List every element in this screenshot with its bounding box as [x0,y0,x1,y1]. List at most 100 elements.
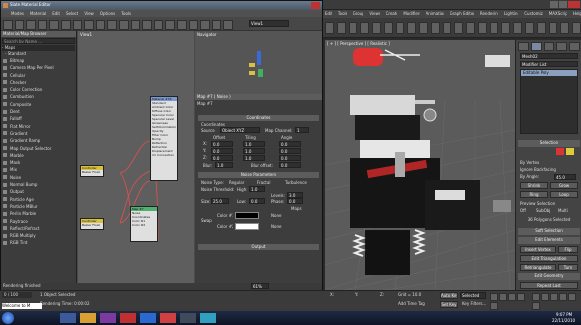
blur-offset-spinner[interactable]: 0.0 [279,162,301,168]
grow-button[interactable]: Grow [550,182,578,189]
slate-tool-icon[interactable] [130,20,141,30]
pan-icon[interactable] [559,293,567,301]
slate-tool-icon[interactable] [153,20,164,30]
toolbar-tool-icon[interactable] [466,22,475,34]
browser-map-item[interactable]: Camera Map Per Pixel [1,64,76,71]
view-dropdown[interactable]: View1 [249,20,289,27]
slate-tool-icon[interactable] [49,20,59,30]
object-name-field[interactable]: Mesh02 [520,53,578,59]
toolbar-tool-icon[interactable] [360,22,370,34]
node-slot[interactable]: Bezier Float [81,170,103,174]
toolbar-tool-icon[interactable] [395,22,405,34]
by-vertex-checkbox[interactable]: By Vertex [520,160,578,166]
angle-spinner[interactable]: 45.0 [554,174,576,180]
slate-menu-item[interactable]: Material [30,11,46,16]
menu-item[interactable]: Graph Editors [450,11,474,17]
motion-tab-icon[interactable] [556,42,568,51]
edit-elements-rollout[interactable]: Edit Elements [518,237,580,244]
add-time-tag-button[interactable]: Add Time Tag [398,301,438,307]
toolbar-tool-icon[interactable] [372,22,381,34]
toolbar-tool-icon[interactable] [430,22,440,34]
toolbar-tool-icon[interactable] [489,22,499,34]
toolbar-tool-icon[interactable] [536,22,546,34]
toolbar-tool-icon[interactable] [383,22,393,34]
node-view[interactable]: View1 Material #36 Standard Ambient Color D… [78,31,194,283]
toolbar-tool-icon[interactable] [513,22,523,34]
noise-map-node[interactable]: Map #7 Noise Coordinates Color #1 Color #2 [130,206,158,242]
size-spinner[interactable]: 25.0 [211,198,229,204]
toolbar-tool-icon[interactable] [336,22,346,34]
offset-y-spinner[interactable]: 0.0 [211,148,233,154]
ignore-backfacing-checkbox[interactable]: Ignore Backfacing [520,167,578,173]
slate-menu-item[interactable]: Edit [52,11,60,16]
modifier-stack[interactable]: Editable Poly [520,69,578,134]
browser-map-item[interactable]: Combustion [1,93,76,100]
hierarchy-tab-icon[interactable] [543,42,555,51]
perspective-viewport[interactable]: [ + ] [ Perspective ] [ Realistic ] [325,40,515,290]
time-slider[interactable]: 0 / 100 [2,292,32,298]
angle-z-spinner[interactable]: 0.0 [279,155,301,161]
phase-spinner[interactable]: 0.0 [287,198,303,204]
swap-button[interactable]: Swap [201,218,213,223]
browser-map-item[interactable]: Particle Age [1,196,76,203]
repeat-last-button[interactable]: Repeat Last [520,282,578,289]
slate-tool-icon[interactable] [118,20,129,30]
tiling-z-spinner[interactable]: 1.0 [243,155,265,161]
source-dropdown[interactable]: Object XYZ [220,127,260,133]
browser-map-item[interactable]: Perlin Marble [1,210,76,217]
menu-item[interactable]: Animation [426,11,444,17]
browser-map-item[interactable]: Particle MBlur [1,203,76,210]
tiling-y-spinner[interactable]: 1.0 [243,148,265,154]
menu-item[interactable]: Lighting [504,11,518,17]
go-to-start-icon[interactable] [490,293,498,301]
toolbar-tool-icon[interactable] [548,22,558,34]
polygon-mode-icon[interactable] [556,148,564,155]
slate-tool-icon[interactable] [188,20,199,30]
modify-tab-icon[interactable] [530,42,542,51]
slate-tool-icon[interactable] [107,20,117,30]
controller-node[interactable]: Controller Bezier Float [80,218,104,230]
minimize-button[interactable] [550,1,558,8]
toolbar-tool-icon[interactable] [477,22,487,34]
edit-triangulation-button[interactable]: Edit Triangulation [520,255,578,262]
illustrator-taskbar-icon[interactable] [120,313,136,323]
menu-item[interactable]: Rendering [480,11,498,17]
browser-map-item[interactable]: Reflect/Refract [1,225,76,232]
color2-map-none[interactable]: None [271,224,287,229]
orbit-icon[interactable] [568,293,576,301]
browser-map-item[interactable]: Output [1,188,76,195]
insert-vertex-button[interactable]: Insert Vertex [520,246,556,253]
slate-tool-icon[interactable] [60,20,71,30]
browser-map-item[interactable]: Composite [1,101,76,108]
browser-map-item[interactable]: Bitmap [1,57,76,64]
set-key-button[interactable]: Set Key [440,301,458,308]
zoom-icon[interactable] [532,293,540,301]
offset-x-spinner[interactable]: 0.0 [211,141,233,147]
slate-tool-icon[interactable] [84,20,94,30]
element-mode-icon[interactable] [566,148,574,155]
browser-map-item[interactable]: Noise [1,174,76,181]
node-slot[interactable]: mr Connection [151,153,177,157]
selection-rollout-header[interactable]: Selection [518,140,580,147]
slate-tool-icon[interactable] [142,20,152,30]
key-mode-dropdown[interactable]: Selected [460,292,486,299]
auto-key-button[interactable]: Auto Key [440,292,458,299]
browser-map-item[interactable]: Checker [1,79,76,86]
preview-off-radio[interactable]: Off [520,208,534,214]
browser-map-item[interactable]: Gradient Ramp [1,137,76,144]
navigator-preview[interactable] [245,51,275,83]
media-taskbar-icon[interactable] [160,313,176,323]
preview-subobj-radio[interactable]: SubObj [536,208,556,214]
loop-button[interactable]: Loop [550,191,578,198]
map-channel-spinner[interactable]: 1 [295,127,309,133]
browser-map-item[interactable]: RGB Tint [1,239,76,246]
slate-tool-icon[interactable] [37,20,48,30]
output-rollout-header[interactable]: Output [198,244,319,250]
next-frame-icon[interactable] [517,293,525,301]
regular-radio[interactable]: Regular [229,180,253,185]
tiling-x-spinner[interactable]: 1.0 [243,141,265,147]
controller-node[interactable]: Controller Bezier Float [80,165,104,177]
browser-map-item[interactable]: Falloff [1,115,76,122]
browser-map-item[interactable]: Marble [1,152,76,159]
toolbar-tool-icon[interactable] [560,22,570,34]
